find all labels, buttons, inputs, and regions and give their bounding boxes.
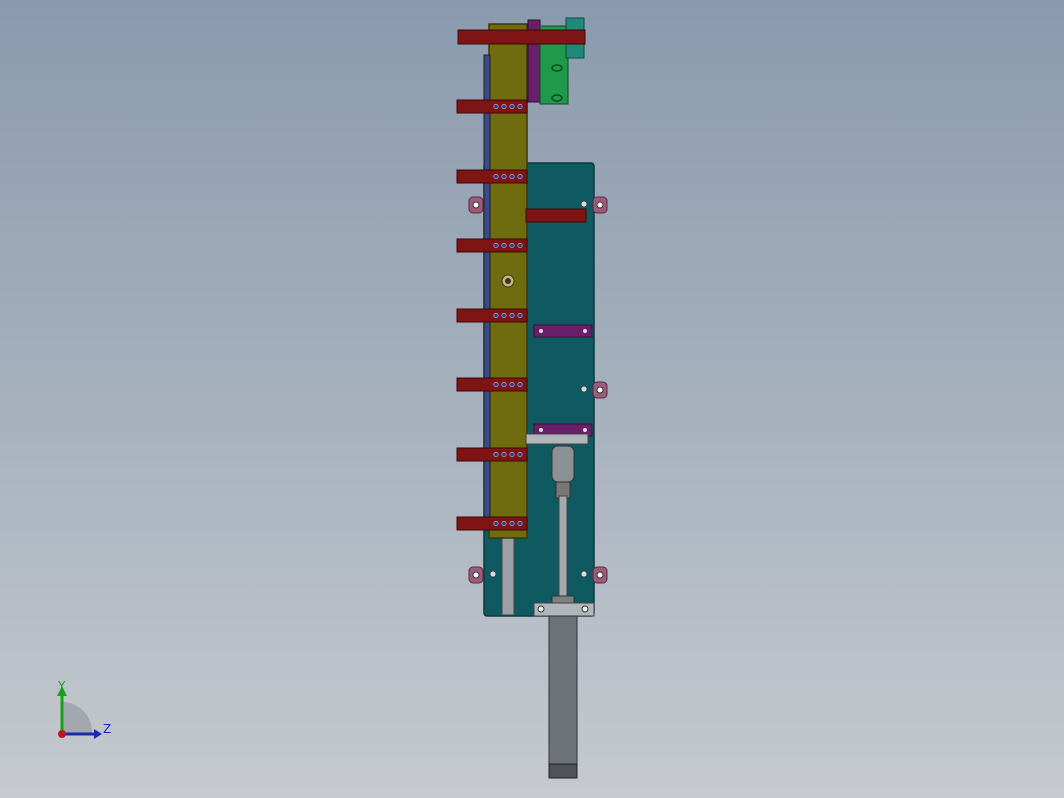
y-axis-label: Y	[57, 679, 66, 693]
clamp-arm-hole	[509, 381, 515, 387]
clamp-arm[interactable]	[456, 169, 528, 184]
clamp-arm-hole	[509, 174, 515, 180]
clamp-arm[interactable]	[456, 308, 528, 323]
clamp-arm-link[interactable]	[525, 208, 587, 223]
clamp-arm-hole	[493, 104, 499, 110]
clamp-arm-hole	[493, 312, 499, 318]
x-axis-icon	[58, 730, 66, 738]
clamp-arm-hole	[493, 243, 499, 249]
clamp-arm-hole	[493, 381, 499, 387]
clamp-arm-hole	[493, 451, 499, 457]
clamp-arm-hole	[501, 243, 507, 249]
clamp-arm-hole	[501, 104, 507, 110]
clamp-arm-hole	[509, 243, 515, 249]
clamp-arm-hole	[501, 381, 507, 387]
clamp-arm[interactable]	[456, 516, 528, 531]
clamp-arm[interactable]	[456, 447, 528, 462]
z-axis-label: Z	[103, 722, 111, 736]
clamp-arm-hole	[517, 451, 523, 457]
clamp-arm-hole	[517, 243, 523, 249]
clamp-arm-hole	[501, 451, 507, 457]
lower-guide-rail	[501, 536, 515, 616]
coordinate-triad: Y Z	[57, 679, 111, 739]
clamp-arm-hole	[509, 312, 515, 318]
clamp-arm-hole	[517, 174, 523, 180]
clamp-arm-hole	[509, 520, 515, 526]
clamp-arm-hole	[501, 174, 507, 180]
pivot-bushing	[501, 274, 515, 288]
graphics-viewport[interactable]: Y Z	[0, 0, 1064, 798]
clamp-arm-hole	[509, 104, 515, 110]
clamp-arm-hole	[509, 451, 515, 457]
cad-model[interactable]	[0, 0, 1064, 798]
clamp-arm-hole	[517, 312, 523, 318]
clamp-arm-top[interactable]	[457, 29, 586, 45]
clamp-arm-hole	[501, 312, 507, 318]
clamp-arm[interactable]	[456, 238, 528, 253]
clamp-arm[interactable]	[456, 377, 528, 392]
clamp-arm-hole	[517, 104, 523, 110]
clamp-arm-hole	[493, 174, 499, 180]
clamp-arm-hole	[493, 520, 499, 526]
clamp-arm-hole	[517, 381, 523, 387]
clamp-arm-hole	[517, 520, 523, 526]
clamp-arm[interactable]	[456, 99, 528, 114]
clamp-arm-hole	[501, 520, 507, 526]
